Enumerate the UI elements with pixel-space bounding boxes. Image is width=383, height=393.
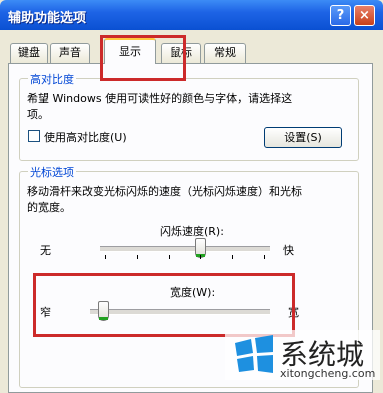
blink-rate-min-label: 无	[40, 244, 51, 257]
slider-tick	[232, 255, 233, 259]
cursor-options-description: 移动滑杆来改变光标闪烁的速度（光标闪烁速度）和光标 的宽度。	[27, 185, 302, 214]
high-contrast-checkbox-label[interactable]: 使用高对比度(U)	[44, 129, 127, 145]
blink-rate-label: 闪烁速度(R):	[160, 225, 224, 238]
settings-button[interactable]: 设置(S)	[264, 127, 342, 148]
slider-tick	[264, 255, 265, 259]
close-button[interactable]: ×	[354, 5, 375, 26]
slider-tick	[200, 255, 201, 259]
tab-sound[interactable]: 声音	[50, 43, 90, 63]
watermark-url: xitongcheng.com	[280, 367, 376, 380]
slider-tick	[105, 255, 106, 259]
slider-tick	[137, 255, 138, 259]
tab-strip: 键盘 声音 显示 鼠标 常规	[8, 38, 378, 64]
width-slider-highlight	[33, 273, 295, 337]
blink-rate-max-label: 快	[283, 244, 294, 257]
help-button[interactable]: ?	[330, 5, 351, 26]
window-title: 辅助功能选项	[8, 11, 87, 26]
slider-tick	[169, 255, 170, 259]
title-bar[interactable]: 辅助功能选项 ? ×	[0, 0, 383, 30]
cursor-options-legend: 光标选项	[28, 164, 76, 180]
high-contrast-checkbox[interactable]	[28, 130, 40, 142]
tab-general[interactable]: 常规	[204, 43, 246, 63]
high-contrast-description: 希望 Windows 使用可读性好的颜色与字体，请选择这 项。	[27, 92, 293, 121]
high-contrast-group: 高对比度 希望 Windows 使用可读性好的颜色与字体，请选择这 项。 使用高…	[19, 71, 359, 161]
high-contrast-legend: 高对比度	[28, 71, 76, 87]
tab-keyboard[interactable]: 键盘	[10, 43, 48, 63]
tab-display[interactable]: 显示	[104, 38, 156, 64]
windows-logo-icon	[235, 335, 273, 373]
blink-rate-track	[100, 246, 270, 252]
watermark: 系统城 xitongcheng.com	[225, 330, 380, 380]
blink-rate-slider[interactable]	[100, 238, 270, 264]
